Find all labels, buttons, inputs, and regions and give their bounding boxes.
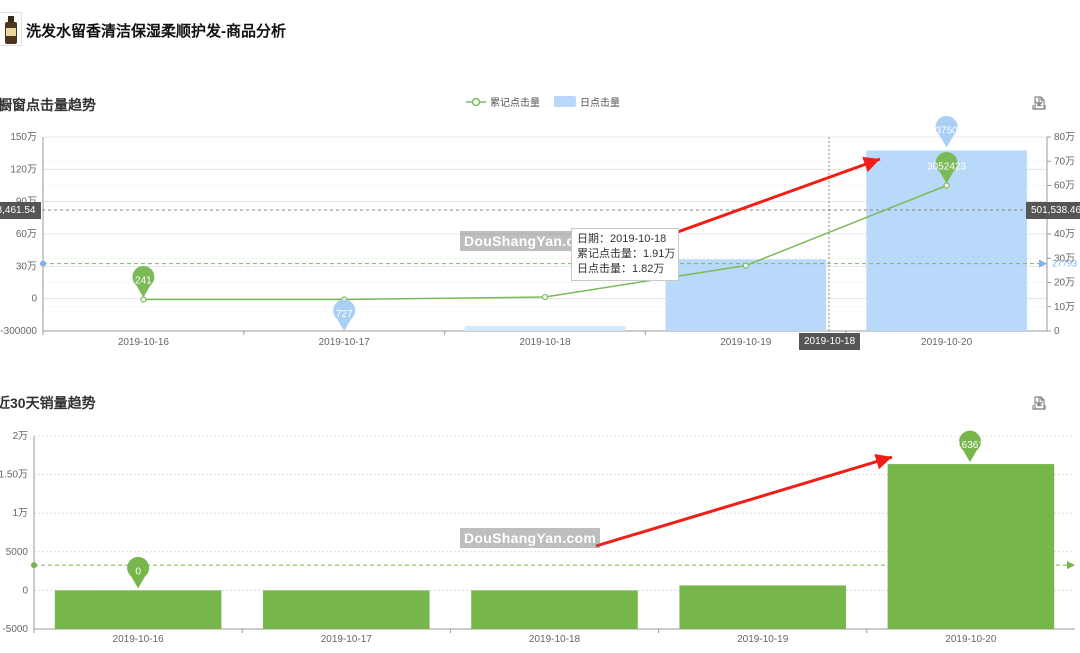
chart2-xtick: 2019-10-17 xyxy=(321,634,373,645)
chart2-marker-min: 0 xyxy=(127,556,150,589)
chart2-ytick: -5000 xyxy=(2,624,28,635)
chart2-average-end xyxy=(1067,561,1075,570)
chart2-bar xyxy=(54,590,222,629)
chart2-bar xyxy=(679,585,846,629)
chart2-ytick: 0 xyxy=(22,585,28,596)
chart2-xtick: 2019-10-19 xyxy=(737,634,789,645)
chart2-plot: -5000 0 5000 1万 1.50万 2万 2019-10-16 2019-10-17 2… xyxy=(0,430,1075,645)
chart2-ytick: 5000 xyxy=(6,547,29,558)
chart2-red-arrow xyxy=(595,453,893,548)
chart2-marker-min-label: 0 xyxy=(135,566,141,577)
chart2-ytick: 1.50万 xyxy=(0,470,28,481)
chart2-marker-max: 16361 xyxy=(956,430,984,463)
chart2-ytick: 1万 xyxy=(12,508,28,519)
chart2-watermark: DouShangYan.com xyxy=(460,528,601,548)
chart2-ytick: 2万 xyxy=(12,431,28,442)
chart2-bar xyxy=(887,464,1055,629)
chart2-marker-max-label: 16361 xyxy=(956,440,984,451)
chart2-bar xyxy=(471,590,638,629)
chart2-bar xyxy=(263,590,430,629)
chart2-xtick: 2019-10-18 xyxy=(529,634,581,645)
chart2-xtick: 2019-10-16 xyxy=(113,634,165,645)
chart2-xtick: 2019-10-20 xyxy=(945,634,997,645)
chart2-red-arrow-shaft xyxy=(595,455,893,548)
chart2-average-start xyxy=(31,562,37,569)
